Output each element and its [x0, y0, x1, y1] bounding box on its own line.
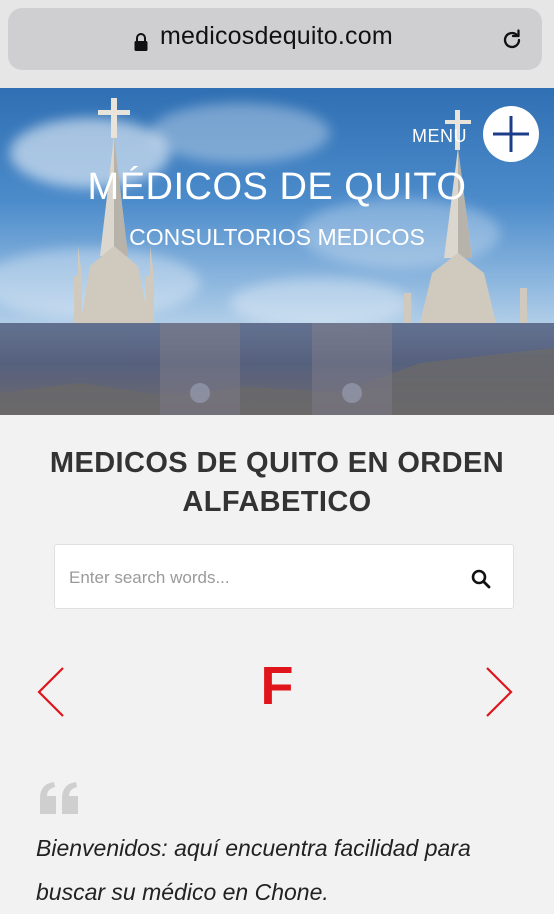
menu-label[interactable]: MENU: [412, 126, 467, 147]
plus-icon: [493, 116, 529, 152]
hero-cityscape: [0, 323, 554, 415]
search-box: [54, 544, 514, 609]
search-input[interactable]: [67, 561, 451, 595]
church-spire-left-image: [74, 98, 154, 326]
url-text[interactable]: medicosdequito.com: [160, 22, 393, 51]
browser-chrome: medicosdequito.com: [0, 0, 554, 88]
site-title[interactable]: MÉDICOS DE QUITO: [0, 166, 554, 209]
page-title-line-1: MEDICOS DE QUITO EN ORDEN: [49, 447, 505, 479]
lock-icon: [134, 33, 148, 51]
search-icon[interactable]: [471, 569, 491, 589]
welcome-quote: Bienvenidos: aquí encuentra facilidad pa…: [36, 835, 471, 905]
current-letter: F: [260, 656, 294, 716]
chevron-right-icon[interactable]: [484, 666, 514, 718]
address-bar[interactable]: medicosdequito.com: [8, 8, 542, 70]
page-title: MEDICOS DE QUITO EN ORDEN ALFABETICO: [0, 444, 554, 522]
menu-button[interactable]: [483, 106, 539, 162]
quote-icon: [40, 782, 78, 814]
reload-icon[interactable]: [500, 28, 524, 52]
hero-banner: MÉDICOS DE QUITO CONSULTORIOS MEDICOS ME…: [0, 88, 554, 415]
page-title-line-2: ALFABETICO: [182, 486, 372, 518]
site-subtitle: CONSULTORIOS MEDICOS: [129, 224, 425, 250]
